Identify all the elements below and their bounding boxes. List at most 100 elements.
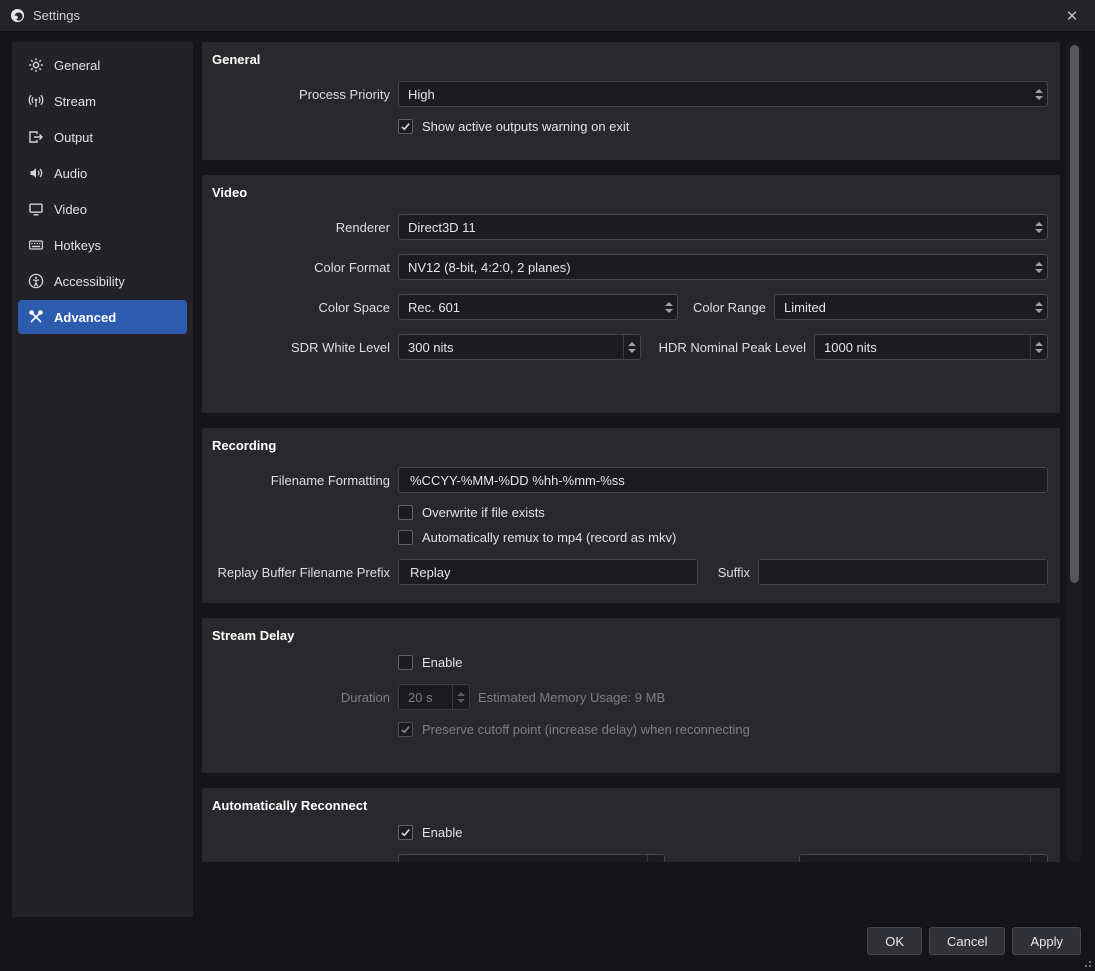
section-video: Video Renderer Direct3D 11 Color Format … xyxy=(202,175,1060,413)
hdr-peak-spinbox[interactable]: 1000 nits xyxy=(814,334,1048,360)
scrollbar-thumb[interactable] xyxy=(1070,45,1079,583)
sidebar-item-general[interactable]: General xyxy=(18,48,187,82)
sdr-white-label: SDR White Level xyxy=(210,340,390,355)
section-title: Video xyxy=(212,185,1048,200)
sidebar-item-label: Audio xyxy=(54,166,87,181)
settings-sidebar: General Stream Output Audio Video Hotkey… xyxy=(12,42,193,917)
sidebar-item-accessibility[interactable]: Accessibility xyxy=(18,264,187,298)
renderer-row: Renderer Direct3D 11 xyxy=(210,214,1048,240)
color-space-label: Color Space xyxy=(210,300,390,315)
reconnect-enable-checkbox[interactable] xyxy=(398,825,413,840)
color-format-row: Color Format NV12 (8-bit, 4:2:0, 2 plane… xyxy=(210,254,1048,280)
sidebar-item-label: Output xyxy=(54,130,93,145)
spin-arrows-icon[interactable] xyxy=(623,335,640,359)
memory-usage-text: Estimated Memory Usage: 9 MB xyxy=(478,690,665,705)
renderer-label: Renderer xyxy=(210,220,390,235)
ok-button[interactable]: OK xyxy=(867,927,922,955)
process-priority-label: Process Priority xyxy=(210,87,390,102)
sidebar-item-label: Accessibility xyxy=(54,274,125,289)
sidebar-item-label: Advanced xyxy=(54,310,116,325)
duration-value: 20 s xyxy=(408,690,452,705)
content-scrollbar[interactable] xyxy=(1066,42,1082,862)
retry-delay-spinbox[interactable]: 2 s xyxy=(398,854,665,862)
check-icon xyxy=(400,121,411,132)
obs-logo-icon xyxy=(10,8,25,23)
combo-arrows-icon xyxy=(660,295,677,319)
duration-row: Duration 20 s Estimated Memory Usage: 9 … xyxy=(210,684,1048,710)
show-warning-row: Show active outputs warning on exit xyxy=(398,119,1048,134)
sidebar-item-stream[interactable]: Stream xyxy=(18,84,187,118)
combo-arrows-icon xyxy=(1030,295,1047,319)
sidebar-item-audio[interactable]: Audio xyxy=(18,156,187,190)
suffix-input[interactable] xyxy=(768,564,1038,581)
show-warning-checkbox[interactable] xyxy=(398,119,413,134)
section-stream-delay: Stream Delay Enable Duration 20 s Estima… xyxy=(202,618,1060,773)
sidebar-item-output[interactable]: Output xyxy=(18,120,187,154)
sidebar-item-label: Stream xyxy=(54,94,96,109)
process-priority-row: Process Priority High xyxy=(210,81,1048,107)
remux-row: Automatically remux to mp4 (record as mk… xyxy=(398,530,1048,545)
filename-format-input[interactable] xyxy=(408,472,1038,489)
settings-content: General Process Priority High Show activ… xyxy=(202,42,1060,862)
reconnect-enable-label: Enable xyxy=(422,825,462,840)
renderer-value: Direct3D 11 xyxy=(408,220,1030,235)
combo-arrows-icon xyxy=(1030,82,1047,106)
retry-delay-value: 2 s xyxy=(408,860,647,863)
apply-button[interactable]: Apply xyxy=(1012,927,1081,955)
section-title: Recording xyxy=(212,438,1048,453)
overwrite-checkbox[interactable] xyxy=(398,505,413,520)
combo-arrows-icon xyxy=(1030,255,1047,279)
filename-format-row: Filename Formatting xyxy=(210,467,1048,493)
suffix-field xyxy=(758,559,1048,585)
window-title: Settings xyxy=(33,8,80,23)
color-range-select[interactable]: Limited xyxy=(774,294,1048,320)
process-priority-select[interactable]: High xyxy=(398,81,1048,107)
audio-icon xyxy=(28,165,44,181)
sdr-white-value: 300 nits xyxy=(408,340,623,355)
stream-delay-disabled-group: Duration 20 s Estimated Memory Usage: 9 … xyxy=(210,684,1048,737)
sidebar-item-video[interactable]: Video xyxy=(18,192,187,226)
spin-arrows-icon[interactable] xyxy=(452,685,469,709)
replay-prefix-field xyxy=(398,559,698,585)
gear-icon xyxy=(28,57,44,73)
replay-prefix-input[interactable] xyxy=(408,564,688,581)
max-retries-spinbox[interactable]: 25 xyxy=(799,854,1048,862)
close-icon[interactable]: ✕ xyxy=(1059,7,1085,25)
resize-grip[interactable] xyxy=(1081,957,1091,967)
renderer-select[interactable]: Direct3D 11 xyxy=(398,214,1048,240)
preserve-cutoff-row: Preserve cutoff point (increase delay) w… xyxy=(398,722,1048,737)
combo-arrows-icon xyxy=(1030,215,1047,239)
spin-arrows-icon[interactable] xyxy=(647,855,664,862)
white-level-row: SDR White Level 300 nits HDR Nominal Pea… xyxy=(210,334,1048,360)
title-bar: Settings ✕ xyxy=(0,0,1095,32)
stream-icon xyxy=(28,93,44,109)
section-title: General xyxy=(212,52,1048,67)
remux-checkbox[interactable] xyxy=(398,530,413,545)
color-range-label: Color Range xyxy=(686,300,766,315)
overwrite-row: Overwrite if file exists xyxy=(398,505,1048,520)
stream-delay-enable-row: Enable xyxy=(398,655,1048,670)
max-retries-value: 25 xyxy=(809,860,1030,863)
preserve-cutoff-checkbox[interactable] xyxy=(398,722,413,737)
filename-format-field xyxy=(398,467,1048,493)
color-format-select[interactable]: NV12 (8-bit, 4:2:0, 2 planes) xyxy=(398,254,1048,280)
dialog-footer: OK Cancel Apply xyxy=(867,927,1081,955)
duration-label: Duration xyxy=(210,690,390,705)
color-format-value: NV12 (8-bit, 4:2:0, 2 planes) xyxy=(408,260,1030,275)
spin-arrows-icon[interactable] xyxy=(1030,855,1047,862)
duration-spinbox[interactable]: 20 s xyxy=(398,684,470,710)
overwrite-label: Overwrite if file exists xyxy=(422,505,545,520)
process-priority-value: High xyxy=(408,87,1030,102)
sidebar-item-hotkeys[interactable]: Hotkeys xyxy=(18,228,187,262)
cancel-button[interactable]: Cancel xyxy=(929,927,1005,955)
sidebar-item-advanced[interactable]: Advanced xyxy=(18,300,187,334)
check-icon xyxy=(400,724,411,735)
preserve-cutoff-label: Preserve cutoff point (increase delay) w… xyxy=(422,722,750,737)
sdr-white-spinbox[interactable]: 300 nits xyxy=(398,334,641,360)
suffix-label: Suffix xyxy=(706,565,750,580)
advanced-icon xyxy=(28,309,44,325)
color-space-select[interactable]: Rec. 601 xyxy=(398,294,678,320)
remux-label: Automatically remux to mp4 (record as mk… xyxy=(422,530,676,545)
spin-arrows-icon[interactable] xyxy=(1030,335,1047,359)
stream-delay-enable-checkbox[interactable] xyxy=(398,655,413,670)
